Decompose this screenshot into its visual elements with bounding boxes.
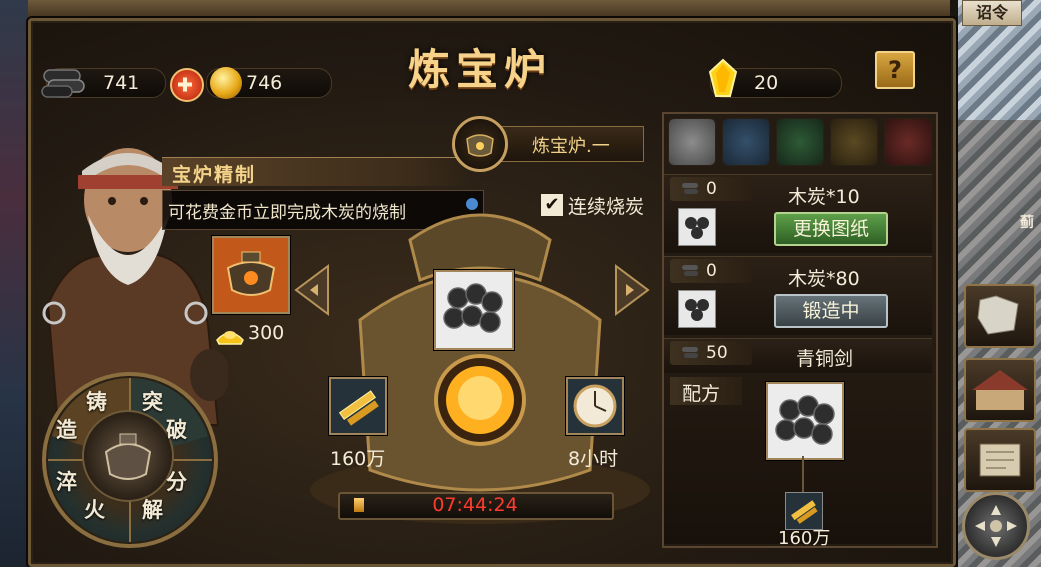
joystick-control[interactable] (962, 492, 1030, 560)
orange-gem-tab[interactable] (830, 118, 878, 166)
gold-coin-icon (210, 67, 242, 99)
charcoal-small-icon (680, 262, 700, 278)
city-button[interactable] (964, 358, 1036, 422)
charcoal-count: 741 (103, 72, 140, 94)
plus-icon (178, 77, 192, 92)
charcoal-icon (768, 384, 842, 458)
forge-timer: 07:44:24 (432, 494, 518, 516)
cauldron-icon (214, 238, 288, 312)
charcoal-icon (679, 209, 715, 245)
recipe-stock: 0 (706, 261, 717, 281)
charcoal-small-icon (680, 180, 700, 196)
charcoal-icon (40, 60, 90, 100)
material-slot-right[interactable] (566, 377, 624, 435)
red-gem-tab[interactable] (884, 118, 932, 166)
page-title: 炼宝炉 (407, 45, 552, 94)
bronze-bar-icon (331, 379, 385, 433)
formula-output-slot[interactable] (766, 382, 844, 460)
furnace-selector-icon[interactable] (452, 116, 508, 172)
formula-material-amount: 160万 (778, 528, 831, 549)
gold-count: 746 (246, 72, 283, 94)
furnace-name: 炼宝炉.一 (532, 136, 610, 157)
change-blueprint-button[interactable]: 更换图纸 (774, 212, 888, 246)
wheel-label-po[interactable]: 破 (166, 414, 187, 444)
wheel-label-fen[interactable]: 分 (166, 466, 187, 496)
forging-status-button[interactable]: 锻造中 (774, 294, 888, 328)
charcoal-icon (436, 272, 512, 348)
recipe-name: 木炭*80 (788, 268, 860, 290)
formula-label: 配方 (682, 383, 721, 405)
background-left-strip (0, 0, 30, 567)
wheel-label-zao[interactable]: 造 (56, 414, 77, 444)
forge-progress-fill (354, 498, 364, 512)
material-right-amount: 8小时 (568, 448, 619, 470)
white-gem-tab[interactable] (668, 118, 716, 166)
help-button[interactable]: ? (875, 51, 915, 89)
recipe-stock: 50 (706, 343, 728, 363)
recipe-name: 木炭*10 (788, 186, 860, 208)
wheel-label-zhu[interactable]: 铸 (86, 386, 107, 416)
wheel-label-tu[interactable]: 突 (142, 386, 163, 416)
edict-button[interactable]: 诏令 (962, 0, 1022, 26)
green-gem-tab[interactable] (776, 118, 824, 166)
next-furnace-arrow[interactable] (612, 262, 652, 318)
recipe-gold-cost: 300 (248, 322, 285, 344)
map-city-label: 蓟 (1020, 215, 1034, 231)
material-slot-left[interactable] (329, 377, 387, 435)
recipe-stock: 0 (706, 179, 717, 199)
gold-ingot-icon (215, 324, 245, 346)
add-resource-button[interactable] (170, 68, 204, 102)
recipe-furnace-slot[interactable] (212, 236, 290, 314)
hint-title: 宝炉精制 (172, 164, 257, 186)
scroll-button[interactable] (964, 428, 1036, 492)
wheel-label-cui[interactable]: 淬 (56, 466, 77, 496)
wheel-label-huo[interactable]: 火 (84, 494, 105, 524)
charcoal-small-icon (680, 344, 700, 360)
wheel-cauldron-icon (82, 410, 174, 502)
scroll-icon (979, 443, 1021, 477)
crystal-icon (706, 58, 740, 100)
output-charcoal-slot[interactable] (434, 270, 514, 350)
formula-connector (802, 456, 804, 492)
dpad-icon (975, 505, 1017, 547)
palace-icon (972, 370, 1028, 410)
clock-dial-icon (568, 379, 622, 433)
cauldron-icon (466, 134, 494, 157)
recipe-name: 青铜剑 (796, 348, 854, 370)
blue-gem-tab[interactable] (722, 118, 770, 166)
wheel-label-jie[interactable]: 解 (142, 494, 163, 524)
recipe-charcoal-slot (678, 208, 716, 246)
world-map-button[interactable] (964, 284, 1036, 348)
charcoal-icon (679, 291, 715, 327)
material-left-amount: 160万 (330, 448, 386, 470)
recipe-charcoal-slot (678, 290, 716, 328)
map-icon (977, 295, 1019, 335)
prev-furnace-arrow[interactable] (292, 262, 332, 318)
crystal-count: 20 (754, 72, 779, 94)
